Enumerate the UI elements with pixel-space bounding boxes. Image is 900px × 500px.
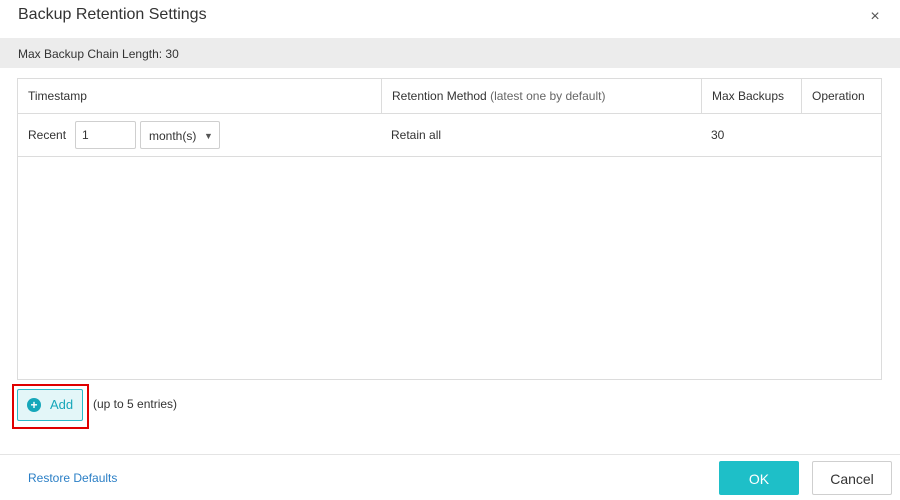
unit-select-value: month(s) xyxy=(149,129,197,143)
restore-defaults-link[interactable]: Restore Defaults xyxy=(28,471,117,485)
cell-operation xyxy=(801,114,881,156)
chevron-down-icon: ▼ xyxy=(204,131,213,141)
cell-retention-method: Retain all xyxy=(391,128,442,142)
cancel-button[interactable]: Cancel xyxy=(812,461,892,495)
header-retention-method: Retention Method (latest one by default) xyxy=(381,79,701,113)
unit-select[interactable]: month(s) ▼ xyxy=(140,121,220,149)
recent-label: Recent xyxy=(28,128,67,142)
header-retention-method-label: Retention Method xyxy=(392,89,487,103)
table-row: Recent month(s) ▼ Retain all 30 xyxy=(18,114,881,157)
close-icon[interactable]: × xyxy=(866,8,884,26)
chain-length-bar: Max Backup Chain Length: 30 xyxy=(0,38,900,68)
retention-table: Timestamp Retention Method (latest one b… xyxy=(17,78,882,380)
cell-timestamp: Recent month(s) ▼ xyxy=(18,114,381,156)
header-timestamp: Timestamp xyxy=(28,89,87,103)
ok-button[interactable]: OK xyxy=(719,461,799,495)
footer-divider xyxy=(0,454,900,455)
header-retention-method-note: (latest one by default) xyxy=(490,89,606,103)
add-hint: (up to 5 entries) xyxy=(93,397,178,411)
cell-max-backups: 30 xyxy=(711,128,725,142)
plus-circle-icon: + xyxy=(27,398,41,412)
header-operation: Operation xyxy=(801,79,881,113)
add-button-label: Add xyxy=(50,397,74,412)
recent-amount-input[interactable] xyxy=(75,121,136,149)
add-button[interactable]: + Add xyxy=(17,389,83,421)
dialog-title: Backup Retention Settings xyxy=(18,6,207,23)
table-header: Timestamp Retention Method (latest one b… xyxy=(18,79,881,114)
chain-length-text: Max Backup Chain Length: 30 xyxy=(18,47,179,61)
header-max-backups: Max Backups xyxy=(701,79,801,113)
